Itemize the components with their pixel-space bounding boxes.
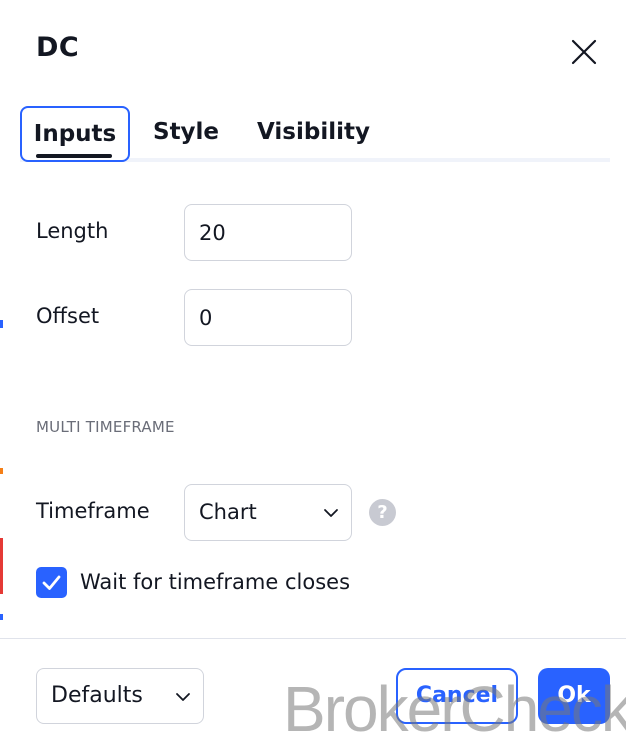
length-label: Length — [36, 219, 109, 243]
defaults-label: Defaults — [51, 683, 143, 708]
tab-style[interactable]: Style — [153, 106, 219, 162]
timeframe-select-value: Chart — [199, 500, 257, 524]
tab-inputs-label: Inputs — [33, 121, 117, 147]
chart-edge-fragment — [0, 468, 3, 474]
wait-for-close-checkbox[interactable] — [36, 567, 67, 598]
length-input[interactable] — [184, 204, 352, 261]
offset-label: Offset — [36, 304, 100, 328]
close-button[interactable] — [566, 34, 602, 70]
chevron-down-icon — [176, 693, 190, 701]
timeframe-label: Timeframe — [36, 499, 150, 523]
wait-for-close-label[interactable]: Wait for timeframe closes — [80, 570, 350, 594]
dialog-title: DC — [36, 32, 80, 63]
ok-button[interactable]: Ok — [538, 668, 610, 724]
offset-input[interactable] — [184, 289, 352, 346]
active-tab-indicator — [36, 154, 112, 158]
defaults-dropdown-button[interactable]: Defaults — [36, 668, 204, 724]
footer-divider — [0, 638, 626, 639]
question-mark-icon[interactable]: ? — [369, 499, 396, 526]
multi-timeframe-heading: MULTI TIMEFRAME — [36, 418, 175, 436]
indicator-settings-dialog: DC Inputs Style Visibility Length Offset… — [0, 0, 626, 750]
close-icon — [571, 39, 597, 65]
tab-visibility[interactable]: Visibility — [257, 106, 370, 162]
chart-edge-fragment — [0, 538, 3, 594]
chevron-down-icon — [324, 509, 338, 517]
tab-inputs[interactable]: Inputs — [20, 106, 130, 162]
cancel-button[interactable]: Cancel — [396, 668, 518, 724]
chart-edge-fragment — [0, 614, 3, 620]
chart-edge-fragment — [0, 320, 3, 328]
checkmark-icon — [42, 575, 61, 590]
timeframe-select[interactable]: Chart — [184, 484, 352, 541]
settings-tabs: Inputs Style Visibility — [20, 106, 610, 164]
